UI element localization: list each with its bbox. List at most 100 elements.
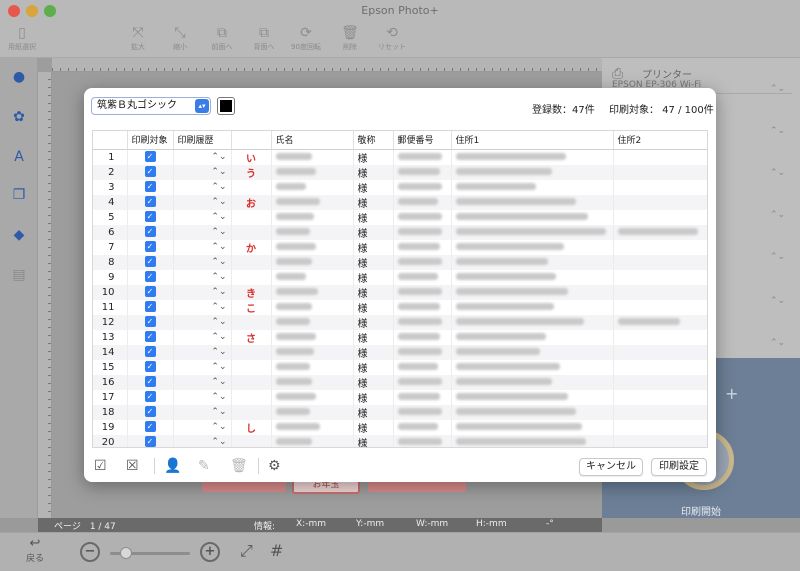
print-target-checkbox[interactable]: ✓: [127, 344, 174, 360]
name-cell[interactable]: [271, 404, 354, 420]
table-row[interactable]: 19 ✓ ⌃⌄ し 様: [93, 419, 707, 435]
honorific-cell[interactable]: 様: [353, 209, 394, 225]
print-target-checkbox[interactable]: ✓: [127, 194, 174, 210]
column-header[interactable]: 氏名: [271, 131, 354, 150]
print-target-checkbox[interactable]: ✓: [127, 314, 174, 330]
print-history-select[interactable]: ⌃⌄: [173, 194, 232, 210]
table-row[interactable]: 14 ✓ ⌃⌄ 様: [93, 344, 707, 360]
font-color-swatch[interactable]: [217, 97, 235, 115]
honorific-cell[interactable]: 様: [353, 389, 394, 405]
layout-icon[interactable]: ▤: [8, 264, 30, 286]
address2-cell[interactable]: [613, 344, 707, 360]
frame-icon[interactable]: ❐: [8, 184, 30, 206]
print-target-checkbox[interactable]: ✓: [127, 359, 174, 375]
table-row[interactable]: 8 ✓ ⌃⌄ 様: [93, 254, 707, 270]
shape-icon[interactable]: ◆: [8, 224, 30, 246]
postal-code-cell[interactable]: [393, 284, 452, 300]
name-cell[interactable]: [271, 224, 354, 240]
table-row[interactable]: 11 ✓ ⌃⌄ こ 様: [93, 299, 707, 315]
grid-icon[interactable]: #: [270, 541, 283, 560]
address2-cell[interactable]: [613, 359, 707, 375]
print-target-checkbox[interactable]: ✓: [127, 284, 174, 300]
print-target-checkbox[interactable]: ✓: [127, 254, 174, 270]
address1-cell[interactable]: [451, 209, 614, 225]
rotate-button[interactable]: ⟳ 90度回転: [286, 24, 326, 52]
trash-icon[interactable]: 🗑: [230, 458, 248, 474]
address2-cell[interactable]: [613, 374, 707, 390]
name-cell[interactable]: [271, 314, 354, 330]
address2-cell[interactable]: [613, 194, 707, 210]
address1-cell[interactable]: [451, 164, 614, 180]
postal-code-cell[interactable]: [393, 194, 452, 210]
honorific-cell[interactable]: 様: [353, 284, 394, 300]
address2-cell[interactable]: [613, 434, 707, 447]
postal-code-cell[interactable]: [393, 299, 452, 315]
text-icon[interactable]: A: [8, 146, 30, 168]
postal-code-cell[interactable]: [393, 164, 452, 180]
postal-code-cell[interactable]: [393, 314, 452, 330]
postal-code-cell[interactable]: [393, 359, 452, 375]
address1-cell[interactable]: [451, 179, 614, 195]
print-history-select[interactable]: ⌃⌄: [173, 419, 232, 435]
print-target-checkbox[interactable]: ✓: [127, 329, 174, 345]
print-target-checkbox[interactable]: ✓: [127, 419, 174, 435]
fit-screen-icon[interactable]: ⤢: [240, 541, 253, 561]
table-row[interactable]: 10 ✓ ⌃⌄ き 様: [93, 284, 707, 300]
postal-code-cell[interactable]: [393, 329, 452, 345]
honorific-cell[interactable]: 様: [353, 164, 394, 180]
honorific-cell[interactable]: 様: [353, 404, 394, 420]
chevron-updown-icon[interactable]: ⌃⌄: [770, 210, 785, 220]
zoom-out-button[interactable]: −: [80, 542, 100, 562]
table-row[interactable]: 5 ✓ ⌃⌄ 様: [93, 209, 707, 225]
send-back-button[interactable]: ⧉ 背面へ: [244, 24, 284, 52]
address1-cell[interactable]: [451, 254, 614, 270]
print-target-checkbox[interactable]: ✓: [127, 209, 174, 225]
column-header[interactable]: 住所1: [451, 131, 614, 150]
honorific-cell[interactable]: 様: [353, 314, 394, 330]
font-select[interactable]: 筑紫Ｂ丸ゴシック ▴▾: [91, 97, 211, 115]
column-header[interactable]: 郵便番号: [393, 131, 452, 150]
postal-code-cell[interactable]: [393, 269, 452, 285]
postal-code-cell[interactable]: [393, 209, 452, 225]
postal-code-cell[interactable]: [393, 419, 452, 435]
reset-button[interactable]: ⟲ リセット: [372, 24, 412, 52]
postal-code-cell[interactable]: [393, 239, 452, 255]
address2-cell[interactable]: [613, 224, 707, 240]
address2-cell[interactable]: [613, 284, 707, 300]
contact-settings-icon[interactable]: ⚙: [268, 458, 281, 474]
honorific-cell[interactable]: 様: [353, 344, 394, 360]
chevron-updown-icon[interactable]: ⌃⌄: [770, 252, 785, 262]
address2-cell[interactable]: [613, 314, 707, 330]
pencil-icon[interactable]: ✎: [198, 458, 210, 474]
table-row[interactable]: 17 ✓ ⌃⌄ 様: [93, 389, 707, 405]
print-target-checkbox[interactable]: ✓: [127, 299, 174, 315]
honorific-cell[interactable]: 様: [353, 239, 394, 255]
postal-code-cell[interactable]: [393, 404, 452, 420]
print-history-select[interactable]: ⌃⌄: [173, 284, 232, 300]
paper-select-button[interactable]: ▯ 用紙選択: [2, 24, 42, 52]
name-cell[interactable]: [271, 344, 354, 360]
postal-code-cell[interactable]: [393, 224, 452, 240]
print-history-select[interactable]: ⌃⌄: [173, 314, 232, 330]
postal-code-cell[interactable]: [393, 434, 452, 447]
honorific-cell[interactable]: 様: [353, 194, 394, 210]
honorific-cell[interactable]: 様: [353, 254, 394, 270]
address1-cell[interactable]: [451, 419, 614, 435]
name-cell[interactable]: [271, 419, 354, 435]
print-history-select[interactable]: ⌃⌄: [173, 209, 232, 225]
address1-cell[interactable]: [451, 404, 614, 420]
table-row[interactable]: 20 ✓ ⌃⌄ 様: [93, 434, 707, 447]
print-history-select[interactable]: ⌃⌄: [173, 179, 232, 195]
table-row[interactable]: 2 ✓ ⌃⌄ う 様: [93, 164, 707, 180]
name-cell[interactable]: [271, 434, 354, 447]
honorific-cell[interactable]: 様: [353, 299, 394, 315]
name-cell[interactable]: [271, 209, 354, 225]
postal-code-cell[interactable]: [393, 344, 452, 360]
address1-cell[interactable]: [451, 284, 614, 300]
table-row[interactable]: 6 ✓ ⌃⌄ 様: [93, 224, 707, 240]
select-all-icon[interactable]: ☑: [94, 458, 107, 474]
print-history-select[interactable]: ⌃⌄: [173, 269, 232, 285]
address1-cell[interactable]: [451, 329, 614, 345]
add-person-icon[interactable]: 👤: [164, 458, 181, 474]
name-cell[interactable]: [271, 239, 354, 255]
